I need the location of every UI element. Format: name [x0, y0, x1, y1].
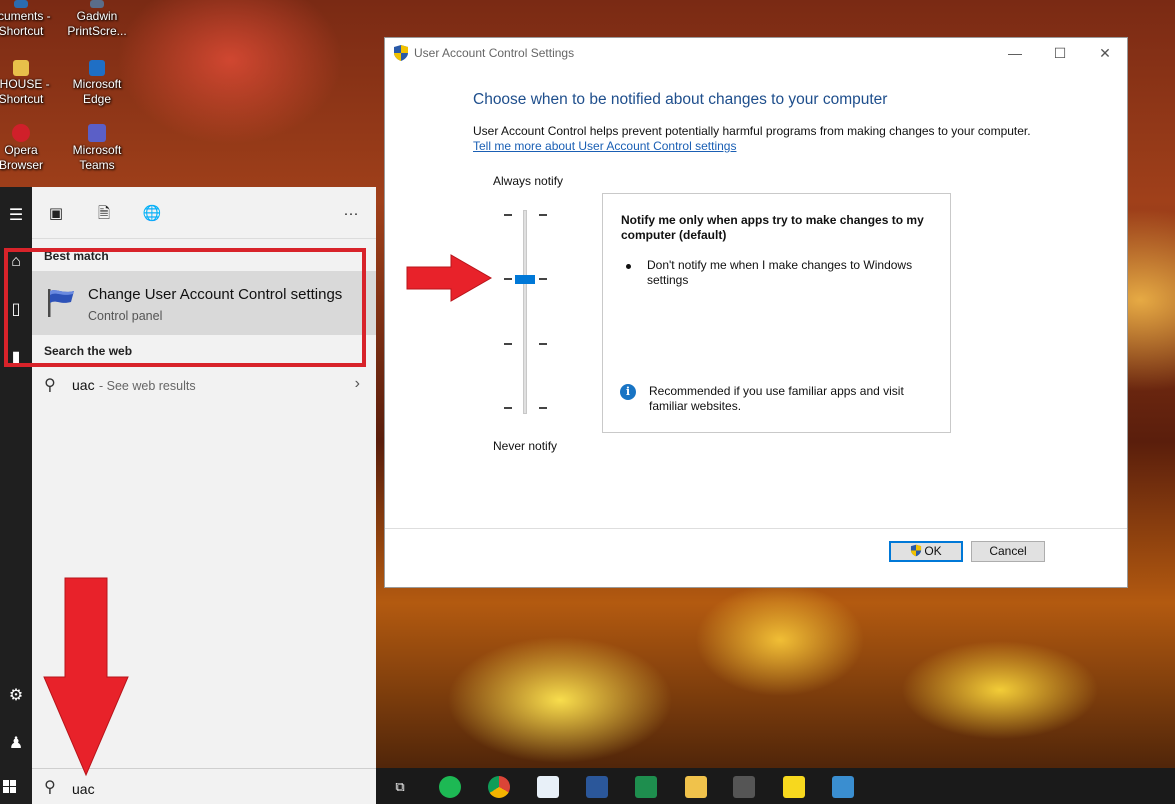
slider-tick	[539, 343, 547, 345]
more-options-icon[interactable]: ···	[340, 203, 362, 225]
footer-divider	[385, 528, 1127, 529]
web-filter-icon[interactable]: 🌐	[141, 203, 163, 225]
always-notify-label: Always notify	[493, 174, 564, 188]
sticky-app-icon[interactable]	[537, 776, 559, 798]
level-title: Notify me only when apps try to make cha…	[621, 213, 924, 242]
task-view-icon[interactable]: ⧉	[389, 776, 411, 798]
dialog-description: User Account Control helps prevent poten…	[473, 124, 1031, 138]
word-icon[interactable]	[586, 776, 608, 798]
uac-shield-icon	[911, 544, 922, 557]
calculator-icon[interactable]	[733, 776, 755, 798]
slider-tick	[504, 343, 512, 345]
windows-logo-icon	[3, 780, 17, 794]
desktop-icon-house-shortcut[interactable]: I-HOUSE - Shortcut	[0, 60, 56, 107]
recommendation-text: Recommended if you use familiar apps and…	[649, 384, 904, 413]
documents-filter-icon[interactable]: 🗎	[93, 203, 115, 225]
desktop-icon-microsoft-teams[interactable]: Microsoft Teams	[62, 124, 132, 173]
minimize-button[interactable]: —	[995, 42, 1035, 64]
search-input-text[interactable]: uac	[72, 781, 95, 797]
red-arrow-right-annotation	[406, 254, 493, 302]
slider-tick	[539, 278, 547, 280]
chrome-icon[interactable]	[488, 776, 510, 798]
outlook-icon[interactable]	[832, 776, 854, 798]
uac-shield-icon	[394, 45, 408, 61]
folder-icon	[13, 60, 29, 76]
close-button[interactable]: ✕	[1085, 42, 1125, 64]
desktop-icon-opera-browser[interactable]: Opera Browser	[0, 124, 56, 173]
document-icon	[14, 0, 28, 8]
level-description-box: Notify me only when apps try to make cha…	[602, 193, 951, 433]
apps-filter-icon[interactable]: ▣	[45, 203, 67, 225]
desktop-icon-microsoft-edge[interactable]: Microsoft Edge	[62, 60, 132, 107]
dialog-heading: Choose when to be notified about changes…	[473, 91, 888, 108]
uac-settings-dialog: User Account Control Settings — ☐ ✕ Choo…	[384, 37, 1128, 588]
red-arrow-down-annotation	[43, 577, 129, 777]
never-notify-label: Never notify	[493, 439, 558, 453]
bullet-icon	[626, 264, 631, 269]
cancel-button[interactable]: Cancel	[971, 541, 1045, 562]
camera-icon	[90, 0, 104, 8]
dialog-titlebar[interactable]: User Account Control Settings — ☐ ✕	[385, 38, 1127, 68]
hamburger-menu-icon[interactable]: ☰	[0, 205, 32, 225]
desktop-icon-gadwin-printscreen[interactable]: Gadwin PrintScre...	[62, 0, 132, 39]
desktop-icon-documents-shortcut[interactable]: ocuments - Shortcut	[0, 0, 56, 39]
teams-icon	[88, 124, 106, 142]
notification-level-slider[interactable]	[523, 210, 527, 414]
app-s-icon[interactable]	[635, 776, 657, 798]
chevron-right-icon: ›	[354, 375, 360, 392]
settings-gear-icon[interactable]: ⚙	[0, 685, 32, 705]
slider-tick	[539, 407, 547, 409]
web-query-text: uac	[72, 377, 95, 393]
user-feedback-icon[interactable]: ♟	[0, 733, 32, 753]
slider-tick	[504, 407, 512, 409]
dialog-title: User Account Control Settings	[414, 46, 575, 60]
slider-tick	[504, 278, 512, 280]
start-button[interactable]	[0, 768, 32, 804]
slider-tick	[539, 214, 547, 216]
web-results-suffix: - See web results	[99, 379, 196, 393]
slider-thumb[interactable]	[515, 275, 535, 284]
slider-tick	[504, 214, 512, 216]
learn-more-link[interactable]: Tell me more about User Account Control …	[473, 139, 736, 153]
edge-icon	[89, 60, 105, 76]
spotify-icon[interactable]	[439, 776, 461, 798]
ok-label: OK	[924, 544, 942, 558]
ok-button[interactable]: OK	[889, 541, 963, 562]
info-icon: i	[620, 384, 636, 400]
maximize-button[interactable]: ☐	[1040, 42, 1080, 64]
web-search-result[interactable]: ⚲ uac - See web results ›	[32, 373, 376, 399]
level-bullet-text: Don't notify me when I make changes to W…	[647, 258, 913, 287]
opera-icon	[12, 124, 30, 142]
highlight-annotation-box	[4, 248, 366, 367]
search-icon: ⚲	[44, 779, 56, 796]
search-icon: ⚲	[44, 377, 56, 394]
sticky-notes-icon[interactable]	[783, 776, 805, 798]
file-explorer-icon[interactable]	[685, 776, 707, 798]
search-filter-toolbar: ▣ 🗎 🌐 ···	[32, 187, 376, 239]
taskbar: ⧉	[376, 768, 1175, 804]
